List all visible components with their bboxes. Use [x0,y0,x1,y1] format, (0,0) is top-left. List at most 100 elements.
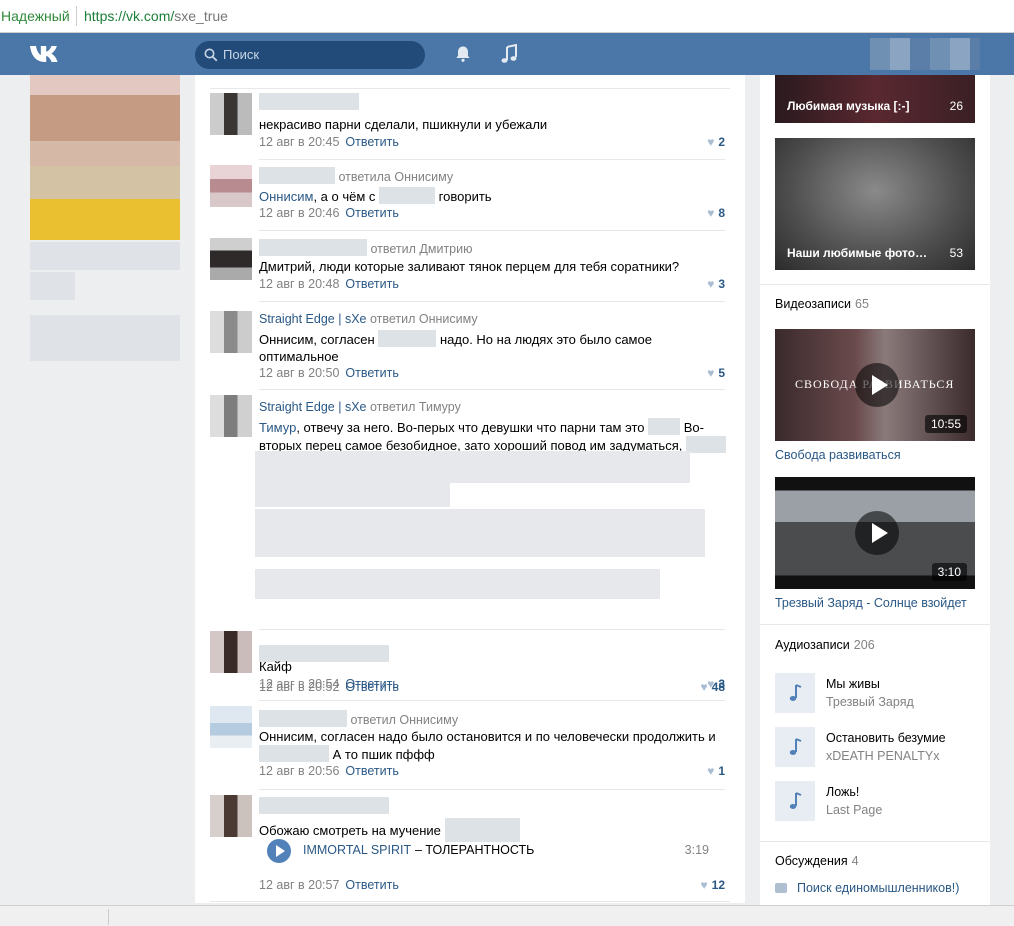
discussions-header[interactable]: Обсуждения 4 [775,854,859,868]
reply-button[interactable]: Ответить [345,135,398,149]
mention-link[interactable]: Оннисим [259,189,313,204]
blurred-text-block [255,569,660,599]
play-icon[interactable] [267,839,291,863]
divider [259,389,725,390]
right-sidebar: Любимая музыка [:-] 26 Наши любимые фото… [760,75,990,905]
discussion-item[interactable]: Поиск единомышленников!) [775,881,959,895]
play-icon[interactable] [855,363,899,407]
avatar[interactable] [210,165,252,207]
search-icon [204,48,218,62]
audio-artist[interactable]: IMMORTAL SPIRIT [303,843,411,857]
avatar[interactable] [210,311,252,353]
video-title[interactable]: Свобода развиваться [775,448,901,462]
avatar[interactable] [210,631,252,673]
like-button[interactable]: ♥ 2 [707,135,725,149]
url-host: https://vk.com/ [84,8,175,24]
like-button[interactable]: ♥ 3 [707,277,725,291]
vk-logo-icon[interactable] [28,42,64,66]
reply-button[interactable]: Ответить [345,277,398,291]
like-button[interactable]: ♥ 8 [707,206,725,220]
like-count: 3 [718,677,725,691]
comment-meta: 12 авг в 20:46 Ответить [259,206,399,220]
audio-track[interactable]: Остановить безумие xDEATH PENALTYx [775,725,975,769]
comment-meta: 12 авг в 20:56 Ответить [259,764,399,778]
music-note-icon[interactable] [500,44,518,64]
text-part: говорить [438,189,492,204]
comment-header: Straight Edge | sXe ответил Тимуру [259,400,461,414]
author-blurred[interactable] [259,167,335,184]
heart-icon: ♥ [707,677,715,691]
bell-icon[interactable] [454,45,472,63]
like-button[interactable]: ♥ 12 [701,878,725,892]
comment-time[interactable]: 12 авг в 20:45 [259,135,339,149]
blurred-word [379,187,436,204]
audio-track[interactable]: Ложь! Last Page [775,779,975,823]
mention-link[interactable]: Тимур [259,420,296,435]
avatar[interactable] [210,238,252,280]
profile-photo-blurred[interactable] [30,75,180,240]
section-count: 206 [853,638,875,652]
status-separator [108,909,109,925]
blurred-block [30,272,75,300]
author-blurred[interactable] [259,710,347,727]
track-artist[interactable]: Last Page [826,803,882,817]
comment-header: ответил Оннисиму [259,710,458,727]
album-music[interactable]: Любимая музыка [:-] 26 [775,75,975,123]
track-artist[interactable]: xDEATH PENALTYx [826,749,939,763]
like-button[interactable]: ♥ 3 [707,677,725,691]
comment-meta: 12 авг в 20:50 Ответить [259,366,399,380]
reply-button[interactable]: Ответить [345,206,398,220]
video-title[interactable]: Трезвый Заряд - Солнце взойдет [775,596,967,610]
audio-track[interactable]: Мы живы Трезвый Заряд [775,671,975,715]
author-name[interactable]: Straight Edge | sXe [259,400,366,414]
comment-time[interactable]: 12 авг в 20:56 [259,764,339,778]
like-button[interactable]: ♥ 1 [707,764,725,778]
comment-meta: 12 авг в 20:57 Ответить [259,878,399,892]
comment-text: Оннисим, а о чём с говорить [259,187,729,205]
divider [259,159,725,160]
author-name[interactable]: Straight Edge | sXe [259,312,366,326]
reply-to: ответил Оннисиму [350,713,459,727]
audios-header[interactable]: Аудиозаписи 206 [775,638,875,652]
avatar[interactable] [210,93,252,135]
author-blurred[interactable] [259,239,367,256]
divider [210,901,730,902]
album-count: 53 [949,246,963,260]
browser-address-bar[interactable]: Надежный https://vk.com/sxe_true [0,0,1014,33]
comment-time[interactable]: 12 авг в 20:46 [259,206,339,220]
comment-time[interactable]: 12 авг в 20:54 [259,677,339,691]
avatar[interactable] [210,795,252,837]
avatar[interactable] [210,395,252,437]
blurred-word [685,436,726,453]
reply-to: ответил Оннисиму [369,312,478,326]
search-box[interactable]: Поиск [195,41,425,69]
album-photos[interactable]: Наши любимые фото… 53 [775,138,975,270]
like-count: 1 [718,764,725,778]
author-blurred[interactable] [259,93,359,110]
attached-audio[interactable]: IMMORTAL SPIRIT – ТОЛЕРАНТНОСТЬ 3:19 [267,839,727,863]
reply-button[interactable]: Ответить [345,878,398,892]
text-part: Оннисим, согласен надо было остановится … [259,729,716,744]
reply-button[interactable]: Ответить [345,764,398,778]
audio-duration: 3:19 [684,843,709,857]
divider [259,789,725,790]
like-button[interactable]: ♥ 5 [707,366,725,380]
comment-time[interactable]: 12 авг в 20:48 [259,277,339,291]
blurred-word [259,745,329,762]
comment-time[interactable]: 12 авг в 20:50 [259,366,339,380]
browser-status-bar [0,905,1014,926]
text-part: Обожаю смотреть на мучение [259,823,441,838]
videos-header[interactable]: Видеозаписи 65 [775,297,869,311]
reply-button[interactable]: Ответить [345,677,398,691]
comment-time[interactable]: 12 авг в 20:57 [259,878,339,892]
video-thumb[interactable]: 3:10 [775,477,975,589]
play-icon[interactable] [855,511,899,555]
url-text[interactable]: https://vk.com/sxe_true [84,8,228,24]
reply-button[interactable]: Ответить [345,366,398,380]
author-blurred[interactable] [259,797,389,814]
video-thumb[interactable]: СВОБОДА РАЗВИВАТЬСЯ 10:55 [775,329,975,441]
blurred-text-block [255,483,450,507]
track-artist[interactable]: Трезвый Заряд [826,695,914,709]
user-menu-blurred[interactable] [870,38,980,70]
avatar[interactable] [210,706,252,748]
